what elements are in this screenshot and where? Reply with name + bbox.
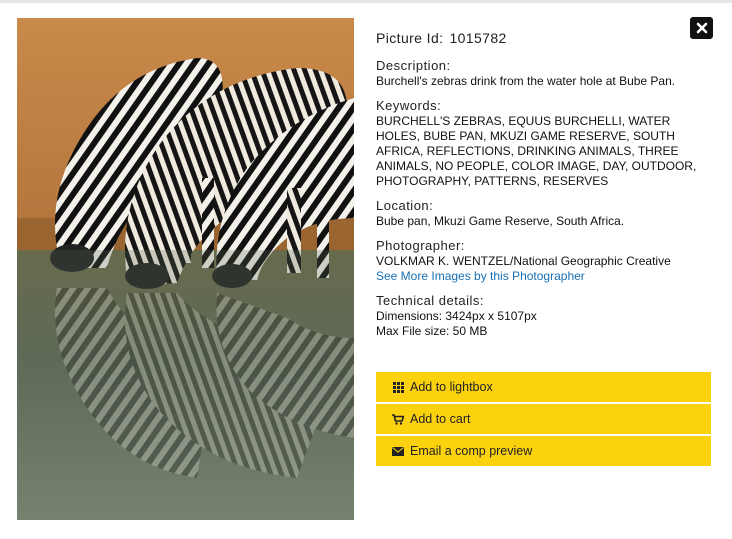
photographer-section: Photographer: VOLKMAR K. WENTZEL/Nationa… (376, 238, 716, 284)
picture-id-value: 1015782 (449, 30, 507, 46)
envelope-icon (391, 444, 405, 458)
add-to-cart-label: Add to cart (410, 412, 471, 426)
photographer-title: Photographer: (376, 238, 465, 253)
photographer-more-link[interactable]: See More Images by this Photographer (376, 269, 716, 284)
action-buttons: Add to lightbox Add to cart Email a comp… (376, 372, 711, 468)
keywords-title: Keywords: (376, 98, 442, 113)
email-comp-preview-button[interactable]: Email a comp preview (376, 436, 711, 466)
location-title: Location: (376, 198, 434, 213)
cart-icon (391, 412, 405, 426)
picture-info-panel: Picture Id: 1015782 Description: Burchel… (376, 30, 716, 348)
keywords-text: BURCHELL'S ZEBRAS, EQUUS BURCHELLI, WATE… (376, 114, 697, 188)
technical-title: Technical details: (376, 293, 484, 308)
location-section: Location: Bube pan, Mkuzi Game Reserve, … (376, 198, 716, 229)
photographer-name: VOLKMAR K. WENTZEL/National Geographic C… (376, 254, 671, 268)
grid-icon (391, 380, 405, 394)
zebra-photo-image (17, 18, 354, 520)
description-section: Description: Burchell's zebras drink fro… (376, 58, 716, 89)
technical-dimensions: Dimensions: 3424px x 5107px (376, 309, 537, 323)
add-to-cart-button[interactable]: Add to cart (376, 404, 711, 434)
add-to-lightbox-label: Add to lightbox (410, 380, 493, 394)
description-title: Description: (376, 58, 451, 73)
picture-id-label: Picture Id: (376, 30, 444, 46)
technical-section: Technical details: Dimensions: 3424px x … (376, 293, 716, 339)
picture-id: Picture Id: 1015782 (376, 30, 716, 46)
keywords-section: Keywords: BURCHELL'S ZEBRAS, EQUUS BURCH… (376, 98, 716, 189)
email-comp-preview-label: Email a comp preview (410, 444, 533, 458)
description-text: Burchell's zebras drink from the water h… (376, 74, 676, 88)
zebra-photo[interactable] (17, 18, 354, 520)
location-text: Bube pan, Mkuzi Game Reserve, South Afri… (376, 214, 625, 228)
top-divider (0, 0, 732, 3)
technical-max-size: Max File size: 50 MB (376, 324, 488, 338)
add-to-lightbox-button[interactable]: Add to lightbox (376, 372, 711, 402)
